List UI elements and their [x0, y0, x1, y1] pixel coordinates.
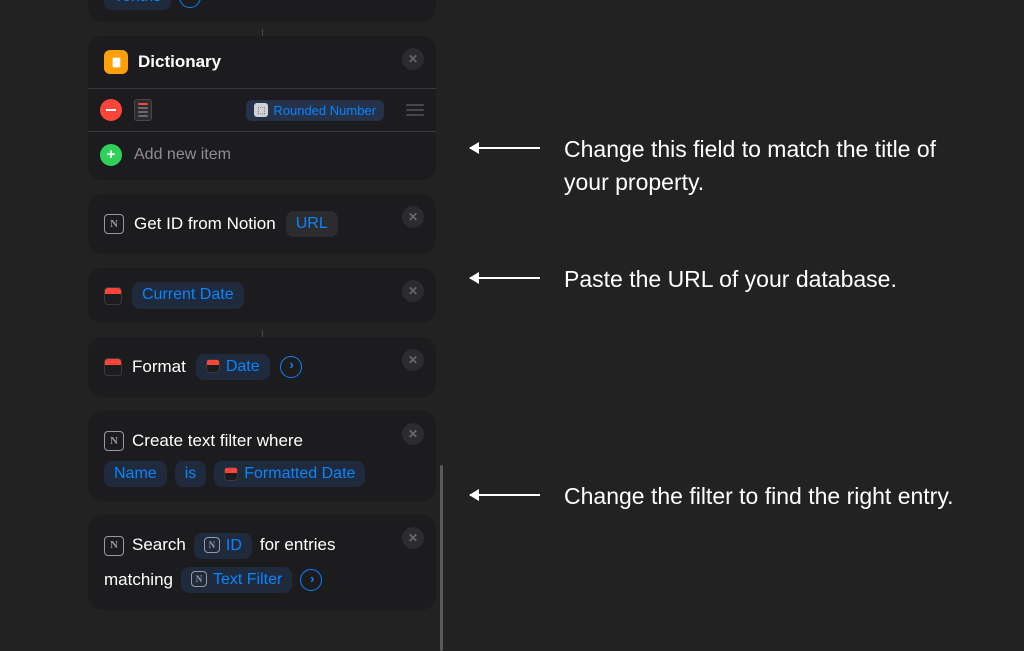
calendar-icon: [206, 359, 220, 373]
arrow-icon: [470, 277, 540, 279]
minus-icon[interactable]: [100, 99, 122, 121]
key-type-icon[interactable]: [134, 99, 152, 121]
card-dictionary[interactable]: Dictionary ⬚ Rounded Number Add new item: [88, 36, 436, 180]
notion-icon: N: [104, 214, 124, 234]
notion-icon: N: [104, 536, 124, 556]
close-icon[interactable]: [402, 423, 424, 445]
variable-icon: ⬚: [254, 103, 268, 117]
dictionary-title: Dictionary: [138, 52, 221, 72]
drag-handle-icon[interactable]: [406, 104, 424, 116]
card-current-date[interactable]: Current Date: [88, 268, 436, 322]
annotation-text: Paste the URL of your database.: [564, 263, 897, 296]
action-text: Format: [132, 351, 186, 383]
card-format[interactable]: Format Date: [88, 337, 436, 397]
action-text: Search: [132, 529, 186, 561]
scrollbar[interactable]: [440, 465, 443, 651]
annotation-3: Change the filter to find the right entr…: [470, 480, 954, 513]
disclosure-icon[interactable]: [179, 0, 201, 8]
calendar-icon: [104, 287, 122, 305]
pill-text-filter[interactable]: N Text Filter: [181, 567, 292, 593]
pill-name[interactable]: Name: [104, 461, 167, 487]
close-icon[interactable]: [402, 349, 424, 371]
add-new-item[interactable]: Add new item: [88, 132, 436, 180]
card-round[interactable]: Tenths: [88, 0, 436, 22]
disclosure-icon[interactable]: [280, 356, 302, 378]
pill-is[interactable]: is: [175, 461, 207, 487]
arrow-icon: [470, 147, 540, 149]
close-icon[interactable]: [402, 280, 424, 302]
close-icon[interactable]: [402, 206, 424, 228]
close-icon[interactable]: [402, 527, 424, 549]
arrow-icon: [470, 494, 540, 496]
dictionary-app-icon: [104, 50, 128, 74]
calendar-icon: [104, 358, 122, 376]
annotation-text: Change the filter to find the right entr…: [564, 480, 954, 513]
dictionary-header: Dictionary: [88, 36, 436, 89]
shortcut-column: Tenths Dictionary ⬚ Rounded Number Add n…: [88, 0, 436, 624]
value-chip[interactable]: ⬚ Rounded Number: [246, 100, 384, 121]
action-text: Get ID from Notion: [134, 208, 276, 240]
card-search[interactable]: N Search N ID for entries matching N Tex…: [88, 515, 436, 610]
plus-icon[interactable]: [100, 144, 122, 166]
dictionary-row[interactable]: ⬚ Rounded Number: [88, 89, 436, 132]
action-text: matching: [104, 564, 173, 596]
pill-id[interactable]: N ID: [194, 533, 252, 559]
card-filter[interactable]: N Create text filter where Name is Forma…: [88, 411, 436, 501]
notion-icon: N: [191, 571, 207, 587]
pill-formatted-date[interactable]: Formatted Date: [214, 461, 365, 487]
annotation-text: Change this field to match the title of …: [564, 133, 984, 198]
card-get-id[interactable]: N Get ID from Notion URL: [88, 194, 436, 254]
notion-icon: N: [204, 537, 220, 553]
annotation-1: Change this field to match the title of …: [470, 133, 984, 198]
notion-icon: N: [104, 431, 124, 451]
pill-tenths[interactable]: Tenths: [104, 0, 171, 10]
annotation-2: Paste the URL of your database.: [470, 263, 897, 296]
calendar-icon: [224, 467, 238, 481]
pill-current-date[interactable]: Current Date: [132, 282, 244, 308]
pill-date[interactable]: Date: [196, 354, 270, 380]
disclosure-icon[interactable]: [300, 569, 322, 591]
pill-url[interactable]: URL: [286, 211, 338, 237]
action-text: Create text filter where: [132, 425, 303, 457]
action-text: for entries: [260, 529, 336, 561]
